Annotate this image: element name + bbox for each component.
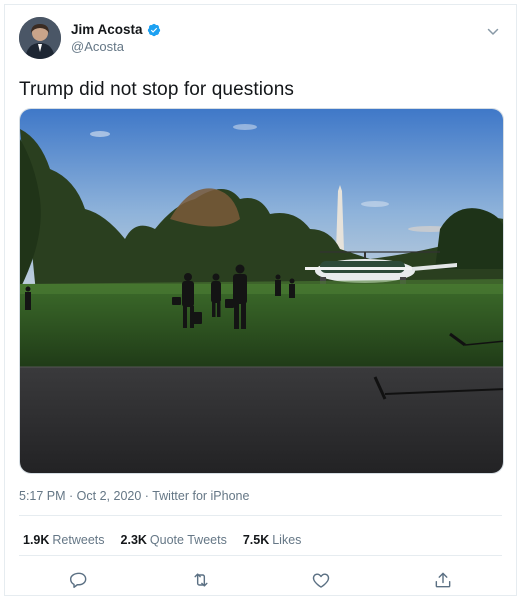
tweet-photo[interactable]: [19, 108, 504, 474]
meta-separator: ·: [65, 489, 77, 503]
stat-retweets[interactable]: 1.9K Retweets: [23, 533, 105, 547]
tweet-card: Jim Acosta @Acosta Trump did not stop fo…: [4, 4, 517, 596]
stat-likes[interactable]: 7.5K Likes: [243, 533, 302, 547]
tweet-source[interactable]: Twitter for iPhone: [152, 489, 249, 503]
retweet-count: 1.9K: [23, 533, 50, 547]
retweet-label: Retweets: [52, 533, 105, 547]
verified-badge-icon: [147, 23, 161, 37]
divider: [19, 515, 502, 516]
reply-icon[interactable]: [69, 570, 89, 590]
chevron-down-icon[interactable]: [486, 25, 500, 39]
tweet-meta: 5:17 PM · Oct 2, 2020 · Twitter for iPho…: [19, 489, 249, 503]
tweet-header: Jim Acosta @Acosta: [19, 17, 504, 61]
divider: [19, 555, 502, 556]
user-handle[interactable]: @Acosta: [71, 39, 161, 54]
like-count: 7.5K: [242, 533, 270, 547]
like-label: Likes: [272, 533, 302, 547]
display-name-row: Jim Acosta: [71, 22, 161, 37]
share-icon[interactable]: [433, 570, 453, 590]
tweet-time[interactable]: 5:17 PM: [19, 489, 66, 503]
avatar[interactable]: [19, 17, 61, 59]
like-icon[interactable]: [311, 570, 331, 590]
retweet-icon[interactable]: [191, 570, 211, 590]
tweet-stats: 1.9K Retweets 2.3K Quote Tweets 7.5K Likes: [23, 533, 301, 547]
tweet-actions: [5, 570, 516, 594]
user-info: Jim Acosta @Acosta: [71, 22, 161, 54]
meta-separator: ·: [141, 489, 153, 503]
quote-tweet-count: 2.3K: [120, 533, 147, 547]
quote-tweet-label: Quote Tweets: [149, 533, 227, 547]
display-name[interactable]: Jim Acosta: [71, 22, 143, 37]
tweet-date[interactable]: Oct 2, 2020: [77, 489, 142, 503]
stat-quote-tweets[interactable]: 2.3K Quote Tweets: [121, 533, 227, 547]
tweet-text: Trump did not stop for questions: [19, 79, 294, 100]
